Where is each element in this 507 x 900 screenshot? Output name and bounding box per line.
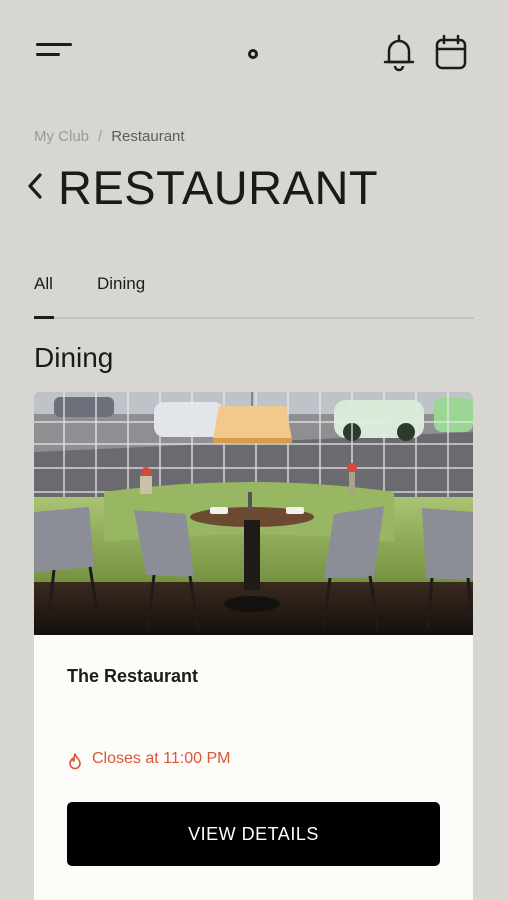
breadcrumb-separator: / [98, 128, 103, 145]
active-tab-indicator [34, 316, 54, 319]
closing-hours-text: Closes at 11:00 PM [92, 750, 231, 767]
hamburger-menu-icon[interactable] [36, 40, 76, 62]
restaurant-name: The Restaurant [67, 666, 199, 686]
tab-track [34, 317, 474, 319]
flame-icon [69, 753, 81, 770]
restaurant-interior-photo [34, 392, 473, 635]
tab-all[interactable]: All [34, 274, 53, 294]
calendar-icon[interactable] [432, 32, 470, 72]
tab-bar: All Dining [34, 270, 474, 322]
menu-line-bottom [36, 53, 60, 56]
section-title: Dining [34, 342, 114, 373]
bell-icon[interactable] [380, 32, 418, 72]
restaurant-card[interactable]: The Restaurant Closes at 11:00 PM VIEW D… [34, 392, 473, 900]
chevron-left-icon[interactable] [24, 170, 48, 202]
view-details-button[interactable]: VIEW DETAILS [67, 802, 440, 866]
menu-line-top [36, 43, 72, 46]
breadcrumb: My Club / Restaurant [34, 128, 185, 145]
tab-dining[interactable]: Dining [97, 274, 145, 294]
breadcrumb-item-my-club[interactable]: My Club [34, 128, 89, 145]
breadcrumb-item-restaurant: Restaurant [111, 128, 185, 145]
page-title: RESTAURANT [58, 161, 379, 214]
top-bar [0, 0, 507, 100]
logo-icon [248, 49, 258, 59]
